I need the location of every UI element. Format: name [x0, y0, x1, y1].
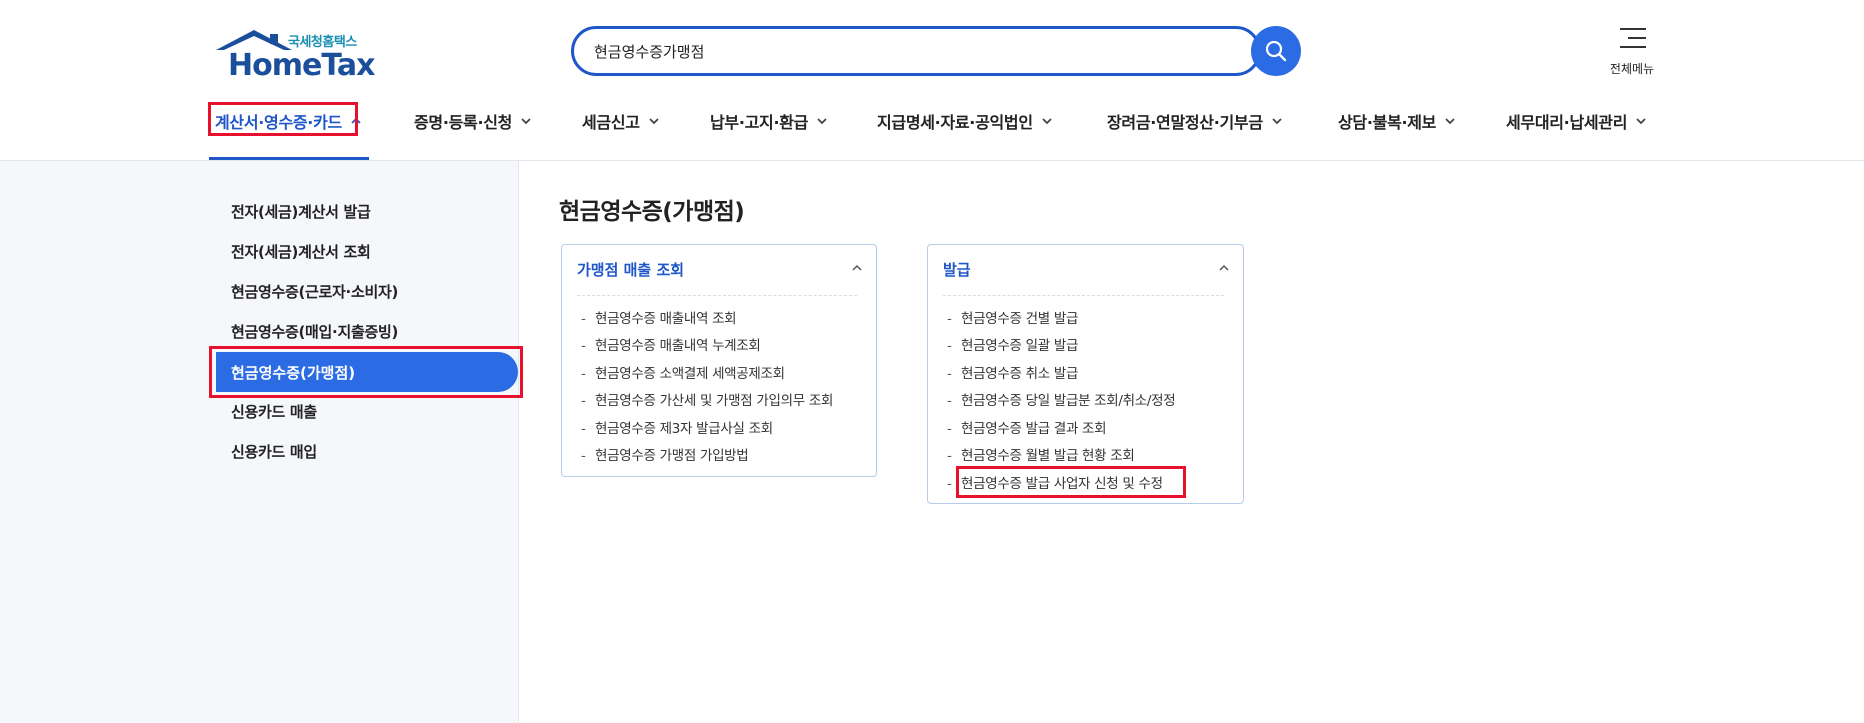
sidebar-item-einvoice-issue[interactable]: 전자(세금)계산서 발급: [231, 201, 371, 222]
link-label: 현금영수증 발급 결과 조회: [961, 421, 1107, 437]
page-title: 현금영수증(가맹점): [559, 199, 745, 225]
card-link-sales-history[interactable]: - 현금영수증 매출내역 조회: [581, 307, 737, 327]
hometax-logo[interactable]: 국세청홈택스 HomeTax: [214, 28, 376, 83]
chevron-down-icon: [521, 117, 531, 124]
card-link-join-method[interactable]: - 현금영수증 가맹점 가입방법: [581, 444, 749, 464]
link-label: 현금영수증 가맹점 가입방법: [595, 448, 749, 464]
link-label: 현금영수증 매출내역 누계조회: [595, 338, 761, 354]
chevron-down-icon: [1445, 117, 1455, 124]
link-label: 현금영수증 당일 발급분 조회/취소/정정: [961, 393, 1176, 409]
gnb-item-payment[interactable]: 납부·고지·환급: [710, 98, 828, 143]
card-link-cancel-issue[interactable]: - 현금영수증 취소 발급: [947, 362, 1078, 382]
sidebar-item-einvoice-search[interactable]: 전자(세금)계산서 조회: [231, 241, 371, 262]
gnb-label: 장려금·연말정산·기부금: [1107, 112, 1263, 132]
link-label: 현금영수증 발급 사업자 신청 및 수정: [961, 476, 1163, 492]
search-button[interactable]: [1251, 26, 1301, 76]
chevron-up-icon[interactable]: [851, 262, 863, 274]
gnb-item-incentive[interactable]: 장려금·연말정산·기부금: [1107, 98, 1283, 143]
card-link-third-party[interactable]: - 현금영수증 제3자 발급사실 조회: [581, 417, 773, 437]
card-link-issue-result[interactable]: - 현금영수증 발급 결과 조회: [947, 417, 1107, 437]
gnb-label: 세무대리·납세관리: [1506, 112, 1628, 132]
card-link-issuer-application[interactable]: - 현금영수증 발급 사업자 신청 및 수정: [947, 472, 1163, 492]
gnb-label: 상담·불복·제보: [1338, 112, 1437, 132]
card-title-issue: 발급: [943, 261, 971, 279]
gnb-item-payment-statement[interactable]: 지급명세·자료·공익법인: [877, 98, 1053, 143]
logo-title: HomeTax: [228, 48, 376, 83]
gnb-label: 계산서·영수증·카드: [215, 112, 342, 132]
chevron-down-icon: [1636, 117, 1646, 124]
gnb-active-indicator: [209, 157, 369, 160]
chevron-down-icon: [1042, 117, 1052, 124]
link-label: 현금영수증 가산세 및 가맹점 가입의무 조회: [595, 393, 834, 409]
gnb-item-invoice-receipt-card[interactable]: 계산서·영수증·카드: [215, 98, 362, 143]
link-label: 현금영수증 건별 발급: [961, 311, 1079, 327]
chevron-down-icon: [1272, 117, 1282, 124]
link-label: 현금영수증 취소 발급: [961, 366, 1079, 382]
card-link-same-day[interactable]: - 현금영수증 당일 발급분 조회/취소/정정: [947, 389, 1176, 409]
search-input[interactable]: [594, 29, 1214, 73]
card-divider: [943, 295, 1224, 296]
gnb-label: 납부·고지·환급: [710, 112, 809, 132]
gnb-item-consulting[interactable]: 상담·불복·제보: [1338, 98, 1456, 143]
link-label: 현금영수증 일괄 발급: [961, 338, 1079, 354]
sidebar-item-receipt-merchant-label: 현금영수증(가맹점): [231, 364, 356, 382]
chevron-down-icon: [817, 117, 827, 124]
sidebar-item-card-purchase[interactable]: 신용카드 매입: [231, 441, 317, 462]
chevron-down-icon: [649, 117, 659, 124]
header: 국세청홈택스 HomeTax 전체메뉴 계산서·영수증·카드 증명·등록·신청 …: [0, 0, 1864, 161]
link-label: 현금영수증 소액결제 세액공제조회: [595, 366, 785, 382]
gnb-item-tax-report[interactable]: 세금신고: [582, 98, 660, 143]
global-nav: 계산서·영수증·카드 증명·등록·신청 세금신고 납부·고지·환급 지급명세·자…: [0, 98, 1864, 143]
sidebar-item-receipt-purchase[interactable]: 현금영수증(매입·지출증빙): [231, 321, 398, 342]
sidebar-item-receipt-consumer[interactable]: 현금영수증(근로자·소비자): [231, 281, 398, 302]
gnb-item-tax-agent[interactable]: 세무대리·납세관리: [1506, 98, 1647, 143]
card-link-small-payment-credit[interactable]: - 현금영수증 소액결제 세액공제조회: [581, 362, 785, 382]
link-label: 현금영수증 매출내역 조회: [595, 311, 737, 327]
all-menu-button[interactable]: 전체메뉴: [1600, 26, 1664, 78]
card-link-monthly-status[interactable]: - 현금영수증 월별 발급 현황 조회: [947, 444, 1135, 464]
card-link-penalty-duty[interactable]: - 현금영수증 가산세 및 가맹점 가입의무 조회: [581, 389, 833, 409]
card-link-single-issue[interactable]: - 현금영수증 건별 발급: [947, 307, 1078, 327]
card-divider: [577, 295, 857, 296]
card-link-bulk-issue[interactable]: - 현금영수증 일괄 발급: [947, 334, 1078, 354]
gnb-label: 지급명세·자료·공익법인: [877, 112, 1033, 132]
sidebar-item-card-sales[interactable]: 신용카드 매출: [231, 401, 317, 422]
gnb-label: 증명·등록·신청: [414, 112, 513, 132]
search-box: [571, 26, 1261, 76]
search-icon: [1265, 40, 1287, 62]
hamburger-icon: [1620, 28, 1646, 48]
gnb-label: 세금신고: [582, 112, 640, 132]
card-link-sales-cumulative[interactable]: - 현금영수증 매출내역 누계조회: [581, 334, 761, 354]
link-label: 현금영수증 월별 발급 현황 조회: [961, 448, 1135, 464]
gnb-item-certificate[interactable]: 증명·등록·신청: [414, 98, 532, 143]
card-title-merchant-sales: 가맹점 매출 조회: [577, 261, 685, 279]
link-label: 현금영수증 제3자 발급사실 조회: [595, 421, 773, 437]
all-menu-label: 전체메뉴: [1609, 62, 1655, 76]
chevron-up-icon[interactable]: [1218, 262, 1230, 274]
chevron-up-icon: [351, 117, 361, 124]
